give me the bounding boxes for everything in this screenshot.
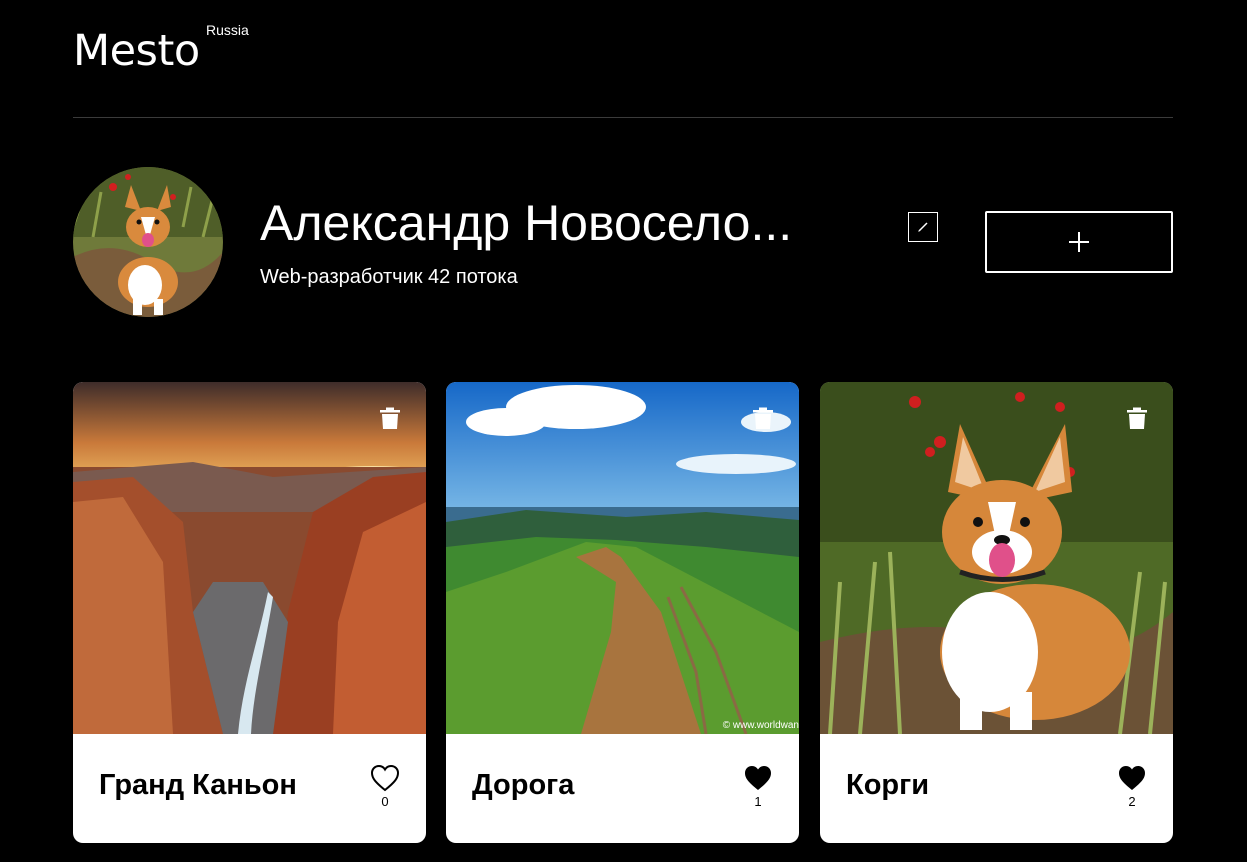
header: Mesto Russia: [73, 18, 1173, 118]
card: Гранд Каньон 0: [73, 382, 426, 843]
heart-filled-icon: [1119, 766, 1145, 790]
like-button[interactable]: [1117, 764, 1147, 792]
like-count: 1: [754, 794, 762, 809]
like-group: 1: [743, 764, 773, 810]
delete-card-button[interactable]: [751, 406, 775, 430]
pencil-icon: [918, 222, 928, 232]
logo-superscript: Russia: [206, 22, 249, 38]
like-button[interactable]: [370, 764, 400, 792]
profile-about: Web-разработчик 42 потока: [260, 266, 518, 288]
edit-profile-button[interactable]: [908, 212, 938, 242]
like-group: 2: [1117, 764, 1147, 810]
trash-icon: [380, 407, 400, 429]
card-image-road[interactable]: [446, 382, 799, 734]
plus-icon: [1069, 232, 1089, 252]
card-image-grand-canyon[interactable]: [73, 382, 426, 734]
card: Корги 2: [820, 382, 1173, 843]
like-group: 0: [370, 764, 400, 810]
card: © www.worldwan Дорога 1: [446, 382, 799, 843]
page: Mesto Russia Александр Новосело... Web-р…: [0, 0, 1247, 862]
heart-outline-icon: [370, 764, 400, 792]
like-count: 0: [381, 794, 389, 809]
add-card-button[interactable]: [985, 211, 1173, 273]
logo: Mesto: [73, 26, 200, 76]
delete-card-button[interactable]: [378, 406, 402, 430]
like-button[interactable]: [743, 764, 773, 792]
trash-icon: [753, 407, 773, 429]
card-title: Гранд Каньон: [99, 769, 297, 801]
trash-icon: [1127, 407, 1147, 429]
heart-filled-icon: [745, 766, 771, 790]
delete-card-button[interactable]: [1125, 406, 1149, 430]
like-count: 2: [1128, 794, 1136, 809]
profile-avatar[interactable]: [73, 167, 223, 317]
image-watermark: © www.worldwan: [722, 720, 799, 731]
card-image-corgi[interactable]: [820, 382, 1173, 734]
card-title: Дорога: [472, 769, 575, 801]
card-title: Корги: [846, 769, 930, 801]
avatar-image: [73, 167, 223, 317]
profile-name: Александр Новосело...: [260, 195, 793, 251]
